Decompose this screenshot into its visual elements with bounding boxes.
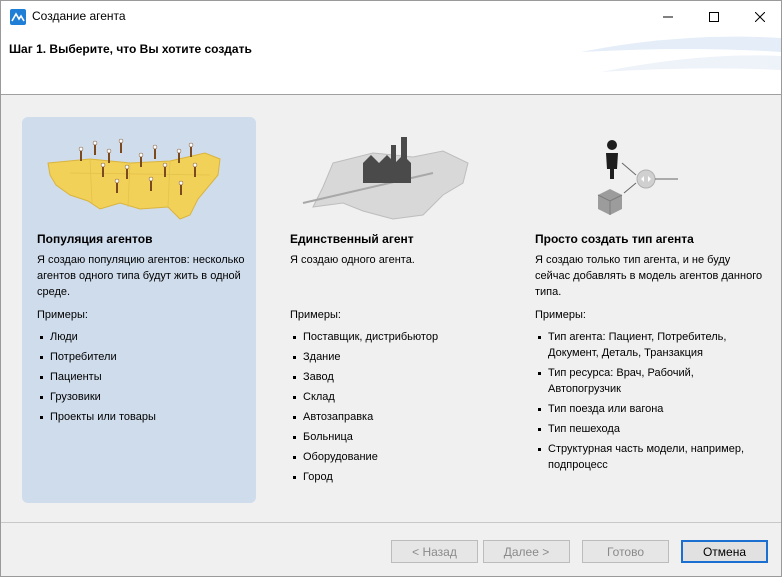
- list-item: Завод: [290, 369, 515, 385]
- wizard-window: Создание агента Шаг 1. Выберите, что Вы …: [0, 0, 782, 577]
- finish-button[interactable]: Готово: [582, 540, 669, 563]
- list-item: Поставщик, дистрибьютор: [290, 329, 515, 345]
- list-item: Тип пешехода: [535, 421, 760, 437]
- option-description: Я создаю только тип агента, и не буду се…: [535, 254, 763, 298]
- map-with-people-illustration: [47, 138, 221, 220]
- examples-list: Поставщик, дистрибьютор Здание Завод Скл…: [290, 329, 515, 489]
- close-button[interactable]: [737, 1, 782, 32]
- list-item: Оборудование: [290, 449, 515, 465]
- list-item: Тип ресурса: Врач, Рабочий, Автопогрузчи…: [535, 365, 760, 397]
- step-title: Шаг 1. Выберите, что Вы хотите создать: [9, 42, 252, 56]
- option-agent-population[interactable]: Популяция агентов Я создаю популяцию аге…: [22, 117, 256, 503]
- option-title: Единственный агент: [290, 232, 414, 246]
- factory-on-map-illustration: [302, 137, 469, 220]
- header-decoration: [581, 36, 781, 72]
- minimize-button[interactable]: [645, 1, 691, 32]
- list-item: Проекты или товары: [37, 409, 262, 425]
- list-item: Структурная часть модели, например, подп…: [535, 441, 760, 473]
- back-button[interactable]: < Назад: [391, 540, 478, 563]
- list-item: Тип агента: Пациент, Потребитель, Докуме…: [535, 329, 760, 361]
- close-icon: [755, 11, 765, 22]
- option-single-agent[interactable]: Единственный агент Я создаю одного агент…: [275, 117, 509, 503]
- option-agent-type-only[interactable]: Просто создать тип агента Я создаю тольк…: [520, 117, 770, 503]
- window-title: Создание агента: [32, 9, 126, 23]
- list-item: Больница: [290, 429, 515, 445]
- list-item: Город: [290, 469, 515, 485]
- examples-list: Тип агента: Пациент, Потребитель, Докуме…: [535, 329, 760, 477]
- maximize-button[interactable]: [691, 1, 737, 32]
- list-item: Люди: [37, 329, 262, 345]
- option-description: Я создаю одного агента.: [290, 254, 415, 266]
- cancel-button[interactable]: Отмена: [681, 540, 768, 563]
- wizard-content: Популяция агентов Я создаю популяцию аге…: [1, 96, 781, 523]
- next-button[interactable]: Далее >: [483, 540, 570, 563]
- title-bar: Создание агента: [1, 1, 781, 32]
- list-item: Грузовики: [37, 389, 262, 405]
- option-title: Просто создать тип агента: [535, 232, 694, 246]
- list-item: Тип поезда или вагона: [535, 401, 760, 417]
- examples-label: Примеры:: [37, 309, 88, 321]
- examples-list: Люди Потребители Пациенты Грузовики Прое…: [37, 329, 262, 429]
- anylogic-app-icon: [10, 9, 26, 25]
- list-item: Склад: [290, 389, 515, 405]
- agent-type-flow-illustration: [597, 140, 678, 215]
- list-item: Пациенты: [37, 369, 262, 385]
- option-title: Популяция агентов: [37, 232, 153, 246]
- wizard-footer: < Назад Далее > Готово Отмена: [1, 524, 781, 576]
- minimize-icon: [663, 16, 673, 17]
- list-item: Потребители: [37, 349, 262, 365]
- list-item: Автозаправка: [290, 409, 515, 425]
- examples-label: Примеры:: [535, 309, 586, 321]
- wizard-header: Шаг 1. Выберите, что Вы хотите создать: [1, 32, 781, 95]
- examples-label: Примеры:: [290, 309, 341, 321]
- option-description: Я создаю популяцию агентов: несколько аг…: [37, 254, 245, 298]
- maximize-icon: [709, 11, 719, 22]
- list-item: Здание: [290, 349, 515, 365]
